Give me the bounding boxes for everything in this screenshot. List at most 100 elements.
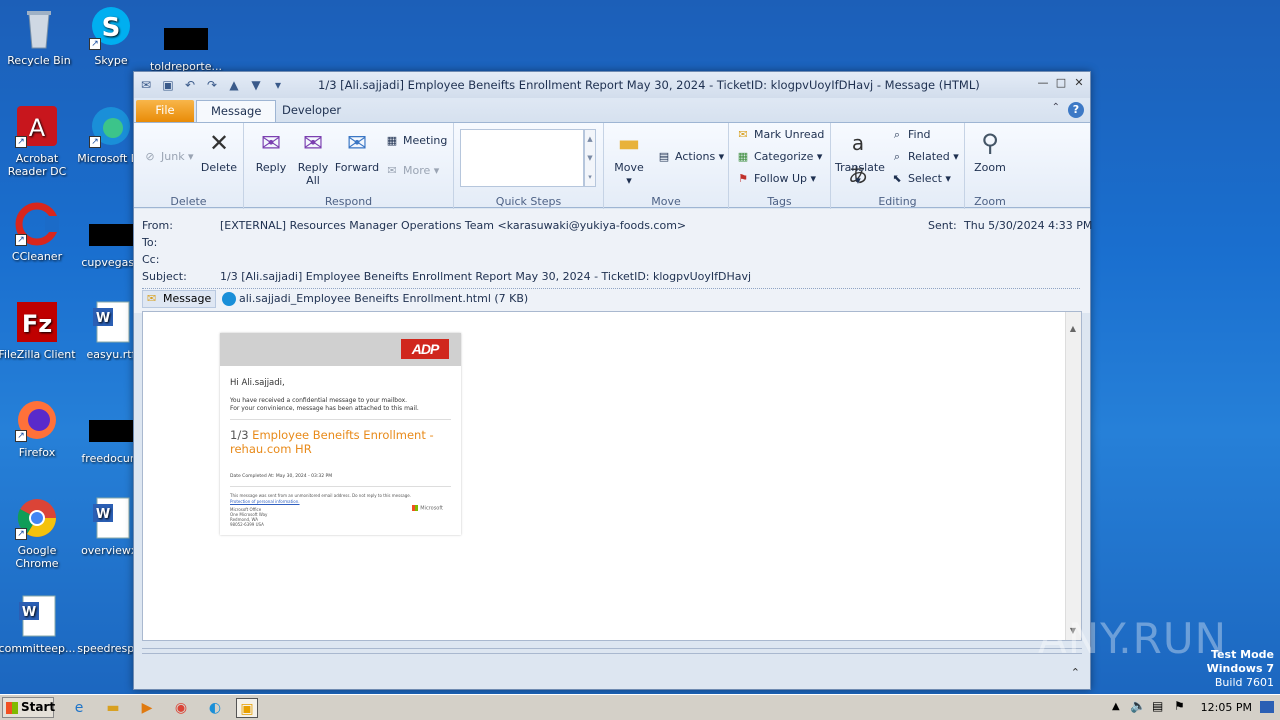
- select-button[interactable]: ⬉ Select ▾: [889, 169, 951, 189]
- group-label-move: Move: [651, 195, 681, 208]
- follow-up-button[interactable]: ⚑ Follow Up ▾: [735, 169, 816, 189]
- email-address: Microsoft Office One Microsoft Way Redmo…: [230, 507, 267, 527]
- move-label: Move: [614, 161, 644, 174]
- customize-qat-icon[interactable]: ▾: [270, 77, 286, 93]
- translate-button[interactable]: aあ Translate ▾: [835, 127, 885, 187]
- outlook-envelope-icon[interactable]: ✉: [138, 77, 154, 93]
- tab-message[interactable]: Message: [196, 100, 277, 122]
- ribbon-group-zoom: ⚲ Zoom Zoom: [965, 123, 1015, 209]
- subject-value: 1/3 [Ali.sajjadi] Employee Beneifts Enro…: [220, 270, 752, 283]
- scroll-up-arrow-icon[interactable]: ▲: [1066, 322, 1080, 336]
- redacted-file-icon: [89, 420, 133, 442]
- forward-button[interactable]: ✉ Forward: [334, 127, 380, 174]
- quick-steps-gallery[interactable]: [460, 129, 584, 187]
- email-greeting: Hi Ali.sajjadi,: [230, 378, 285, 388]
- internet-explorer-icon[interactable]: e: [68, 698, 90, 718]
- message-body[interactable]: ADP Hi Ali.sajjadi, You have received a …: [142, 311, 1082, 641]
- delete-button[interactable]: ✕ Delete: [196, 127, 242, 174]
- start-button[interactable]: Start: [2, 697, 55, 718]
- previous-item-icon[interactable]: ▲: [226, 77, 242, 93]
- meeting-button[interactable]: ▦ Meeting: [384, 131, 448, 151]
- outlook-taskbar-icon[interactable]: ▣: [236, 698, 258, 718]
- redacted-file-icon: [164, 28, 208, 50]
- watermark-line3: Build 7601: [1214, 676, 1274, 689]
- zoom-button[interactable]: ⚲ Zoom: [967, 127, 1013, 174]
- reply-all-button[interactable]: ✉ Reply All: [290, 127, 336, 187]
- next-item-icon[interactable]: ▼: [248, 77, 264, 93]
- subject-label: Subject:: [142, 270, 187, 283]
- redo-icon[interactable]: ↷: [204, 77, 220, 93]
- email-date-line: Date Completed At: May 30, 2024 - 03:32 …: [230, 474, 333, 479]
- mark-unread-button[interactable]: ✉ Mark Unread: [735, 125, 824, 145]
- adp-logo: ADP: [401, 339, 449, 359]
- title-bar: ✉ ▣ ↶ ↷ ▲ ▼ ▾ 1/3 [Ali.sajjadi] Employee…: [134, 72, 1090, 98]
- minimize-button[interactable]: —: [1036, 76, 1050, 90]
- show-hidden-icons-icon[interactable]: ▲: [1112, 701, 1120, 712]
- address-line: 98052-6399 USA: [230, 522, 264, 527]
- desktop-icon-firefox[interactable]: ↗ Firefox: [0, 398, 76, 459]
- group-label-quick-steps: Quick Steps: [495, 195, 562, 208]
- expand-people-pane-icon[interactable]: ⌃: [1071, 666, 1080, 679]
- more-respond-button[interactable]: ✉ More ▾: [384, 161, 439, 181]
- actions-icon: ▤: [658, 150, 670, 163]
- shortcut-arrow-icon: ↗: [15, 136, 27, 148]
- maximize-button[interactable]: □: [1054, 76, 1068, 90]
- clock[interactable]: 12:05 PM: [1201, 701, 1252, 714]
- group-label-zoom: Zoom: [974, 195, 1006, 208]
- show-desktop-icon[interactable]: [1260, 701, 1274, 713]
- desktop-icon-committeep[interactable]: W committeep...: [0, 594, 76, 655]
- quick-steps-scroll[interactable]: ▲ ▼ ▾: [584, 129, 596, 187]
- ribbon-group-editing: aあ Translate ▾ ⌕ Find ⌕ Related ▾ ⬉ Select ▾…: [831, 123, 965, 209]
- group-label-delete: Delete: [170, 195, 207, 208]
- undo-icon[interactable]: ↶: [182, 77, 198, 93]
- word-document-icon: W: [89, 300, 133, 344]
- desktop-icon-skype[interactable]: S ↗ Skype: [72, 6, 150, 67]
- vertical-scrollbar[interactable]: ▲ ▼: [1065, 312, 1081, 640]
- collapse-ribbon-icon[interactable]: ⌃: [1052, 102, 1060, 118]
- chrome-taskbar-icon[interactable]: ◉: [170, 698, 192, 718]
- embedded-email-image: ADP Hi Ali.sajjadi, You have received a …: [220, 333, 461, 535]
- junk-label: Junk: [161, 150, 185, 163]
- reply-all-icon: ✉: [302, 129, 324, 157]
- taskbar: Start e ▬ ▶ ◉ ◐ ▣ ▲ 🔈 ▤ ⚑ 12:05 PM: [0, 694, 1280, 720]
- forward-icon: ✉: [346, 129, 368, 157]
- network-icon[interactable]: ▤: [1152, 699, 1163, 713]
- message-attachment-tab[interactable]: ✉ Message: [142, 290, 217, 308]
- message-tab-label: Message: [163, 292, 212, 305]
- tab-file[interactable]: File: [136, 100, 194, 122]
- related-button[interactable]: ⌕ Related ▾: [889, 147, 959, 167]
- actions-button[interactable]: ▤ Actions ▾: [656, 147, 724, 167]
- save-icon[interactable]: ▣: [160, 77, 176, 93]
- file-explorer-icon[interactable]: ▬: [102, 698, 124, 718]
- find-button[interactable]: ⌕ Find: [889, 125, 931, 145]
- from-value[interactable]: [EXTERNAL] Resources Manager Operations …: [220, 219, 686, 232]
- watermark-line1: Test Mode: [1211, 648, 1274, 661]
- reply-button[interactable]: ✉ Reply: [248, 127, 294, 174]
- edge-taskbar-icon[interactable]: ◐: [204, 698, 226, 718]
- action-center-flag-icon[interactable]: ⚑: [1174, 699, 1185, 713]
- close-button[interactable]: ✕: [1072, 76, 1086, 90]
- desktop-icon-chrome[interactable]: ↗ Google Chrome: [0, 496, 76, 570]
- ccleaner-icon: ↗: [15, 202, 59, 246]
- shortcut-arrow-icon: ↗: [15, 528, 27, 540]
- acrobat-icon: A ↗: [15, 104, 59, 148]
- sent-value: Thu 5/30/2024 4:33 PM: [964, 219, 1093, 232]
- desktop-icon-toldreporte[interactable]: toldreporte...: [147, 6, 225, 73]
- desktop-icon-ccleaner[interactable]: ↗ CCleaner: [0, 202, 76, 263]
- junk-button[interactable]: ⊘ Junk ▾: [142, 147, 193, 167]
- zoom-magnifier-icon: ⚲: [981, 129, 999, 157]
- desktop-icon-recycle-bin[interactable]: Recycle Bin: [0, 6, 78, 67]
- categorize-button[interactable]: ▦ Categorize ▾: [735, 147, 823, 167]
- window-controls: — □ ✕: [1036, 76, 1086, 90]
- move-button[interactable]: ▬ Move ▾: [606, 127, 652, 187]
- media-player-icon[interactable]: ▶: [136, 698, 158, 718]
- desktop-icon-filezilla[interactable]: Fz FileZilla Client: [0, 300, 76, 361]
- help-icon[interactable]: ?: [1068, 102, 1084, 118]
- volume-icon[interactable]: 🔈: [1130, 699, 1146, 714]
- tab-developer[interactable]: Developer: [268, 100, 355, 122]
- find-label: Find: [908, 128, 931, 141]
- desktop-icon-acrobat[interactable]: A ↗ Acrobat Reader DC: [0, 104, 76, 178]
- html-attachment[interactable]: ali.sajjadi_Employee Beneifts Enrollment…: [222, 291, 528, 307]
- shortcut-arrow-icon: ↗: [89, 136, 101, 148]
- svg-text:Fz: Fz: [22, 310, 52, 338]
